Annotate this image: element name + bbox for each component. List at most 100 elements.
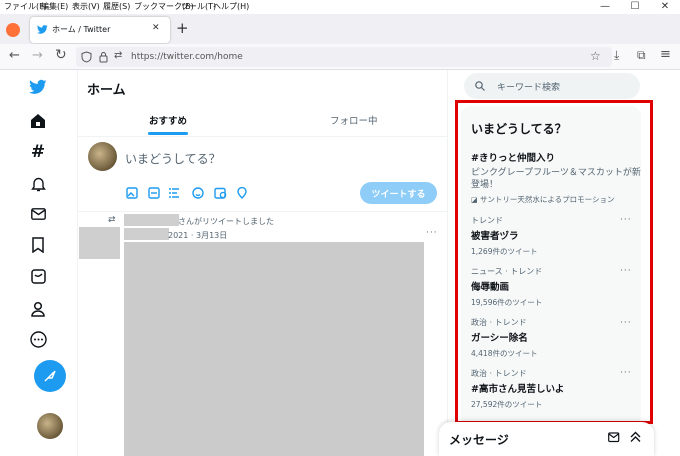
messages-mail-icon[interactable] — [27, 203, 49, 225]
trend-name: #高市さん見苦しいよ — [471, 384, 565, 395]
trend-item[interactable]: 政治 · トレンド #高市さん見苦しいよ 27,592件のツイート — [471, 368, 631, 410]
composer-input[interactable]: いまどうしてる？ — [125, 150, 221, 167]
trend-category: 政治 · トレンド — [471, 318, 527, 327]
trend-more-icon[interactable]: ··· — [620, 266, 632, 276]
promo-sponsor: サントリー天然水によるプロモーション — [479, 195, 615, 204]
promoted-trend[interactable]: #きりっと仲間入り ピンクグレープフルーツ＆マスカットが新登場！ ◪ サントリー… — [471, 150, 641, 205]
tweet-more-icon[interactable]: ··· — [426, 228, 438, 238]
poll-icon[interactable] — [169, 188, 179, 198]
maximize-button[interactable]: ☐ — [620, 0, 650, 14]
twitter-favicon-icon — [37, 25, 48, 34]
trend-item[interactable]: トレンド 被害者ヅラ 1,269件のツイート — [471, 215, 631, 257]
profile-icon[interactable] — [27, 298, 49, 320]
account-avatar[interactable] — [37, 413, 63, 439]
browser-tab[interactable]: ホーム / Twitter ✕ — [30, 17, 170, 43]
search-icon — [475, 81, 485, 91]
bookmarks-icon[interactable] — [27, 234, 49, 256]
composer-toolbar — [126, 187, 247, 199]
back-icon[interactable]: ← — [9, 48, 20, 63]
permissions-icon[interactable]: ⇄ — [114, 50, 122, 61]
reload-icon[interactable]: ↻ — [55, 47, 67, 63]
redacted-author — [124, 228, 169, 240]
retweet-notice: さんがリツイートしました — [178, 217, 274, 226]
active-tab-indicator — [148, 132, 188, 135]
trend-count: 4,418件のツイート — [471, 349, 538, 358]
gif-icon[interactable] — [148, 187, 160, 199]
trend-item[interactable]: 政治 · トレンド ガーシー除名 4,418件のツイート — [471, 317, 631, 359]
bookmark-star-icon[interactable]: ☆ — [590, 49, 601, 63]
lock-icon[interactable] — [99, 51, 108, 63]
feather-icon — [44, 370, 56, 382]
window-close-button[interactable]: ✕ — [650, 0, 680, 14]
messages-title: メッセージ — [449, 433, 509, 447]
compose-tweet-button[interactable] — [34, 360, 66, 392]
trend-category: トレンド — [471, 216, 503, 225]
divider — [78, 136, 448, 137]
page-title: ホーム — [87, 83, 126, 98]
trend-item[interactable]: ニュース · トレンド 侮辱動画 19,596件のツイート — [471, 266, 631, 308]
trends-title: いまどうしてる？ — [471, 122, 567, 136]
emoji-icon[interactable] — [192, 187, 204, 199]
trend-name: 被害者ヅラ — [471, 231, 519, 242]
menu-help[interactable]: ヘルプ(H) — [213, 1, 249, 12]
tweet-date: 2021 · 3月13日 — [168, 231, 228, 240]
trend-count: 19,596件のツイート — [471, 298, 543, 307]
trend-category: ニュース · トレンド — [471, 267, 543, 276]
firefox-icon[interactable] — [6, 23, 20, 37]
explore-hashtag-icon[interactable]: # — [27, 141, 49, 163]
promo-text: ピンクグレープフルーツ＆マスカットが新登場！ — [471, 168, 641, 190]
divider — [78, 211, 448, 212]
tweet-button[interactable]: ツイートする — [360, 182, 437, 204]
trend-count: 27,592件のツイート — [471, 400, 543, 409]
retweet-icon: ⇄ — [108, 215, 116, 225]
trend-more-icon[interactable]: ··· — [620, 368, 632, 378]
menu-view[interactable]: 表示(V) — [72, 1, 100, 12]
media-icon[interactable] — [126, 187, 138, 199]
redacted-username — [124, 214, 179, 226]
redacted-avatar — [79, 227, 120, 259]
tab-following[interactable]: フォロー中 — [330, 113, 378, 127]
forward-icon[interactable]: → — [32, 48, 43, 63]
trend-count: 1,269件のツイート — [471, 247, 538, 256]
menu-edit[interactable]: 編集(E) — [41, 1, 68, 12]
twitter-blue-icon[interactable] — [27, 265, 49, 287]
promo-sponsor-line: ◪ サントリー天然水によるプロモーション — [471, 194, 641, 205]
twitter-logo-icon[interactable] — [27, 76, 49, 98]
trend-more-icon[interactable]: ··· — [620, 215, 632, 225]
main-timeline: ホーム おすすめ フォロー中 いまどうしてる？ ツイートする ⇄ さんがリツイー… — [78, 70, 448, 456]
url-bar[interactable]: ⇄ https://twitter.com/home ☆ — [76, 47, 612, 67]
left-navigation: # — [0, 70, 78, 456]
menu-history[interactable]: 履歴(S) — [103, 1, 130, 12]
right-sidebar: キーワード検索 いまどうしてる？ #きりっと仲間入り ピンクグレープフルーツ＆マ… — [439, 70, 680, 456]
download-icon[interactable]: ⤓ — [614, 48, 619, 63]
new-message-icon[interactable] — [608, 432, 621, 443]
url-text[interactable]: https://twitter.com/home — [131, 52, 243, 62]
home-icon[interactable] — [27, 110, 49, 132]
location-icon[interactable] — [237, 187, 247, 199]
notifications-bell-icon[interactable] — [27, 173, 49, 195]
shield-icon[interactable] — [81, 51, 92, 63]
extensions-icon[interactable]: ⧉ — [637, 48, 646, 63]
trend-more-icon[interactable]: ··· — [620, 318, 632, 328]
tab-recommended[interactable]: おすすめ — [149, 113, 187, 127]
promo-title: #きりっと仲間入り — [471, 153, 555, 164]
composer-avatar — [88, 142, 117, 171]
search-input[interactable]: キーワード検索 — [497, 80, 560, 93]
tab-title: ホーム / Twitter — [52, 25, 111, 34]
hamburger-menu-icon[interactable]: ≡ — [660, 47, 671, 62]
trend-name: 侮辱動画 — [471, 282, 510, 293]
trend-category: 政治 · トレンド — [471, 369, 527, 378]
new-tab-button[interactable]: + — [176, 19, 189, 37]
messages-drawer[interactable]: メッセージ — [439, 422, 654, 456]
promoted-icon: ◪ — [471, 196, 480, 204]
tab-close-button[interactable]: ✕ — [152, 23, 160, 33]
schedule-icon[interactable] — [214, 187, 227, 199]
more-options-icon[interactable] — [27, 328, 49, 350]
search-box[interactable]: キーワード検索 — [464, 73, 640, 99]
menu-tools[interactable]: ツール(T) — [181, 1, 216, 12]
expand-chevron-icon[interactable] — [630, 431, 641, 443]
minimize-button[interactable]: — — [590, 0, 620, 14]
redacted-tweet-content — [124, 242, 424, 456]
menu-bar: ファイル(F) 編集(E) 表示(V) 履歴(S) ブックマーク(B) ツール(… — [0, 0, 680, 12]
trend-name: ガーシー除名 — [471, 333, 528, 344]
